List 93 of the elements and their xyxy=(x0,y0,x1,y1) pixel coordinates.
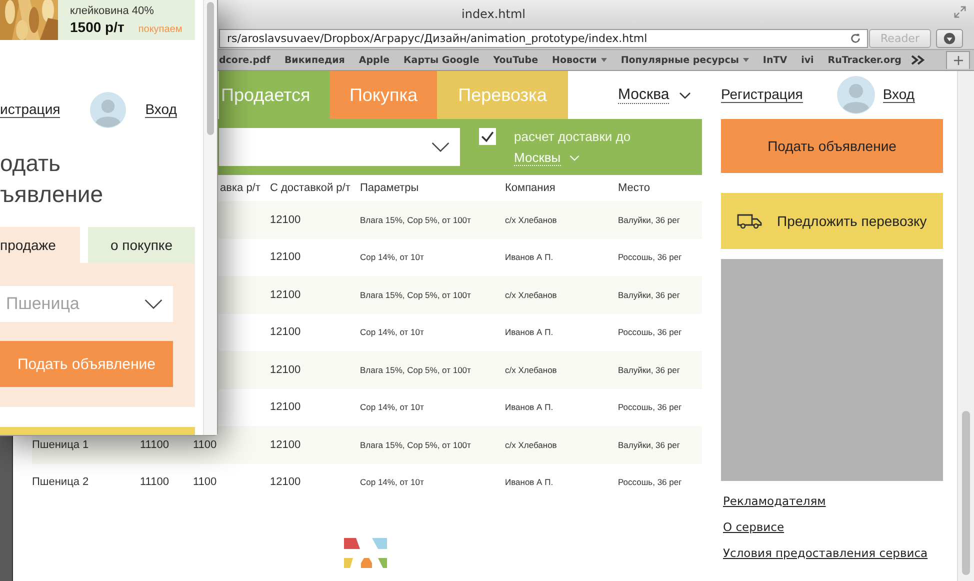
scrollbar[interactable] xyxy=(203,0,217,435)
chevrons-icon[interactable] xyxy=(911,55,926,65)
table-cell-text: 12100 xyxy=(270,288,302,301)
table-cell-text: Валуйки, 36 рег xyxy=(618,290,681,300)
table-cell-text: 12100 xyxy=(270,364,302,376)
heading-line: ъявление xyxy=(0,180,104,209)
register-link[interactable]: истрация xyxy=(0,102,60,118)
address-field[interactable]: rs/aroslavsuvaev/Dropbox/Аграрус/Дизайн/animation_prototype/index.html xyxy=(219,28,868,48)
table-cell-text: Пшеница 2 xyxy=(32,476,90,488)
table-cell-text: 1100 xyxy=(193,438,218,451)
column-header: авка р/т xyxy=(219,182,262,194)
table-cell-text: 12100 xyxy=(270,476,302,488)
table-cell-text: Сор 14%, от 10т xyxy=(360,477,425,488)
bookmark-item[interactable]: Apple xyxy=(358,54,390,66)
bookmark-item[interactable]: ivi xyxy=(801,54,814,66)
table-cell-text: с/х Хлебанов xyxy=(505,364,558,375)
offer-transport-button[interactable]: Предложить перевозку xyxy=(721,193,943,249)
table-cell-text: Пшеница 1 xyxy=(32,438,90,451)
table-cell-text: с/х Хлебанов xyxy=(505,290,558,300)
bookmark-item[interactable]: Википедия xyxy=(284,54,345,66)
table-cell-text: 12100 xyxy=(270,438,302,451)
bookmark-item[interactable]: Новости xyxy=(552,54,607,66)
footer-link[interactable]: Рекламодателям xyxy=(723,494,943,508)
table-cell-text: 12100 xyxy=(270,326,302,338)
column-header: Место xyxy=(618,182,651,194)
tab[interactable]: продаже xyxy=(0,227,80,263)
chevron-icon xyxy=(431,142,450,152)
login-link[interactable]: Вход xyxy=(882,86,915,104)
table-cell-text: Сор 14%, от 10т xyxy=(360,252,425,262)
offer-description: клейковина 40% xyxy=(70,5,155,17)
checkbox-label: расчет доставки до xyxy=(514,128,631,144)
bookmark-item[interactable]: RuTracker.org xyxy=(828,54,902,66)
table-cell-text: 11100 xyxy=(140,438,170,451)
table-cell-text: с/х Хлебанов xyxy=(505,440,558,450)
table-cell-text: 1100 xyxy=(193,476,218,488)
resize-icon[interactable] xyxy=(954,6,966,18)
dropdown-arrow-icon[interactable] xyxy=(600,58,607,62)
table-cell-text: 11100 xyxy=(140,476,170,488)
avatar-icon xyxy=(90,92,126,128)
bookmark-item[interactable]: Популярные ресурсы xyxy=(620,54,749,66)
download-button[interactable] xyxy=(936,28,963,48)
plus-icon xyxy=(954,56,962,65)
truck-icon xyxy=(737,213,763,229)
offer-price: 1500 р/т xyxy=(70,19,124,35)
logo-icon xyxy=(344,538,388,568)
city-selector[interactable]: Москва xyxy=(618,86,670,104)
bookmark-item[interactable]: Карты Google xyxy=(404,54,480,66)
table-cell-text: Иванов А П. xyxy=(505,477,554,488)
table-cell-text: Иванов А П. xyxy=(505,402,554,412)
table-cell-text: Иванов А П. xyxy=(505,252,554,262)
table-cell-text: 12100 xyxy=(270,251,302,264)
post-ad-button[interactable]: Подать объявление xyxy=(721,119,943,173)
bookmark-item[interactable]: YouTube xyxy=(493,54,538,66)
table-cell-text: Россошь, 36 рег xyxy=(618,327,683,338)
bookmark-item[interactable]: dcore.pdf xyxy=(219,54,270,66)
column-header: Параметры xyxy=(360,182,420,194)
table-cell-text: Иванов А П. xyxy=(505,327,554,338)
table-cell-text: Россошь, 36 рег xyxy=(618,477,683,488)
download-icon xyxy=(943,32,956,44)
table-cell-text: Влага 15%, Сор 5%, от 100т xyxy=(360,214,472,225)
table-cell-text: Влага 15%, Сор 5%, от 100т xyxy=(360,364,472,375)
table-cell-text: Валуйки, 36 рег xyxy=(618,214,681,225)
new-tab-button[interactable] xyxy=(946,51,970,69)
select-field[interactable] xyxy=(219,128,460,166)
table-cell-text: Валуйки, 36 рег xyxy=(618,364,681,375)
login-link[interactable]: Вход xyxy=(145,102,177,118)
chevron-icon xyxy=(144,299,163,309)
footer-link[interactable]: Условия предоставления сервиса xyxy=(723,546,943,560)
table-cell-text: Влага 15%, Сор 5%, от 100т xyxy=(360,290,472,300)
table-cell-text: Валуйки, 36 рег xyxy=(618,440,681,450)
heading-line: одать xyxy=(0,149,62,178)
scrollbar[interactable] xyxy=(957,71,974,581)
table-cell-text: 12100 xyxy=(270,214,302,226)
dropdown-arrow-icon[interactable] xyxy=(742,58,749,62)
tab[interactable]: о покупке xyxy=(88,227,195,263)
bookmark-item[interactable]: InTV xyxy=(762,54,788,66)
column-header: Компания xyxy=(505,182,556,194)
reload-icon[interactable] xyxy=(850,32,861,44)
avatar-icon xyxy=(836,76,875,114)
table-cell-text: 12100 xyxy=(270,401,302,414)
register-link[interactable]: Регистрация xyxy=(721,86,803,104)
column-header: С доставкой р/т xyxy=(270,182,352,194)
table-cell-text: Сор 14%, от 10т xyxy=(360,327,425,338)
table-cell-text: с/х Хлебанов xyxy=(505,214,558,225)
table-cell-text: Россошь, 36 рег xyxy=(618,252,683,262)
offer-tag: покупаем xyxy=(138,24,182,35)
footer-link[interactable]: О сервисе xyxy=(723,520,943,534)
checkbox[interactable] xyxy=(479,128,496,145)
chevron-icon[interactable] xyxy=(679,92,692,98)
table-cell-text: Сор 14%, от 10т xyxy=(360,402,425,412)
table-cell-text: Россошь, 36 рег xyxy=(618,402,683,412)
table-cell-text: Влага 15%, Сор 5%, от 100т xyxy=(360,440,472,450)
window-title: index.html xyxy=(462,6,526,20)
